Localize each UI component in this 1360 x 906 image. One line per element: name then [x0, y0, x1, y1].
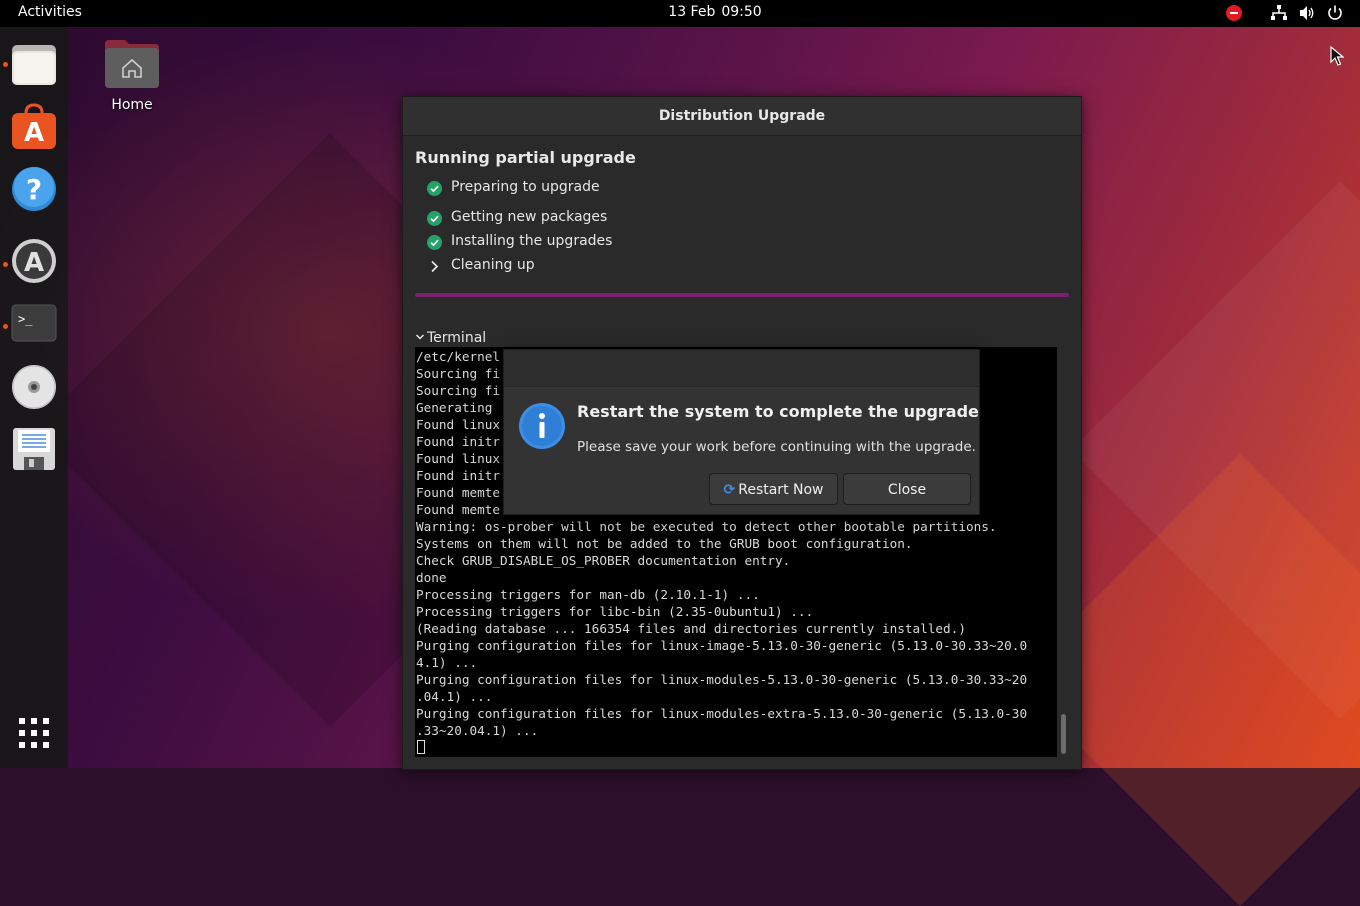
running-indicator [3, 62, 8, 67]
running-indicator [3, 324, 8, 329]
info-icon [519, 403, 565, 449]
show-apps-icon[interactable] [10, 709, 58, 757]
network-icon[interactable] [1270, 4, 1288, 22]
mouse-pointer-icon [1330, 46, 1344, 66]
terminal-expander[interactable]: Terminal [415, 330, 486, 346]
chevron-right-icon [431, 260, 439, 273]
save-disk-icon[interactable] [10, 425, 58, 473]
do-not-disturb-icon[interactable] [1226, 5, 1242, 21]
dialog-heading: Restart the system to complete the upgra… [577, 402, 979, 421]
check-icon [427, 211, 442, 226]
svg-text:A: A [24, 118, 44, 148]
dialog-message: Please save your work before continuing … [577, 439, 976, 455]
home-folder-label: Home [111, 97, 153, 113]
step-label: Installing the upgrades [451, 233, 613, 249]
svg-text:A: A [24, 248, 44, 278]
terminal-icon[interactable]: >_ [10, 299, 58, 347]
home-folder-icon[interactable] [103, 38, 161, 90]
help-icon[interactable]: ? [10, 165, 58, 213]
running-indicator [3, 262, 8, 267]
refresh-icon: ⟳ [723, 482, 736, 498]
date-label: 13 Feb [668, 4, 716, 20]
restart-dialog: Restart the system to complete the upgra… [503, 349, 980, 515]
clock[interactable]: 13 Feb 09:50 [0, 4, 1360, 20]
software-updater-icon[interactable]: A [10, 237, 58, 285]
upgrade-heading: Running partial upgrade [415, 148, 636, 167]
progress-bar [415, 293, 1069, 297]
software-icon[interactable]: A [10, 103, 58, 151]
time-label: 09:50 [721, 4, 762, 20]
power-icon[interactable] [1326, 4, 1344, 22]
close-button[interactable]: Close [843, 473, 971, 505]
restart-now-label: Restart Now [738, 482, 824, 498]
dialog-titlebar[interactable] [504, 350, 979, 387]
chevron-down-icon [415, 330, 427, 346]
step-label: Cleaning up [451, 257, 535, 273]
check-icon [427, 181, 442, 196]
svg-text:?: ? [26, 173, 42, 206]
volume-icon[interactable] [1298, 4, 1316, 22]
step-label: Getting new packages [451, 209, 608, 225]
window-title: Distribution Upgrade [658, 108, 826, 124]
terminal-cursor [417, 740, 425, 754]
top-bar: Activities 13 Feb 09:50 [0, 0, 1360, 27]
files-icon[interactable] [10, 41, 58, 89]
check-icon [427, 235, 442, 250]
restart-now-button[interactable]: ⟳ Restart Now [709, 473, 838, 505]
progress-fill [415, 293, 1069, 297]
terminal-expander-label: Terminal [427, 330, 487, 346]
terminal-scrollbar[interactable] [1061, 714, 1066, 754]
svg-text:>_: >_ [18, 312, 33, 326]
cd-drive-icon[interactable] [10, 363, 58, 411]
dock: A ? A >_ [0, 27, 68, 768]
window-titlebar[interactable]: Distribution Upgrade [403, 97, 1081, 136]
step-label: Preparing to upgrade [451, 179, 600, 195]
